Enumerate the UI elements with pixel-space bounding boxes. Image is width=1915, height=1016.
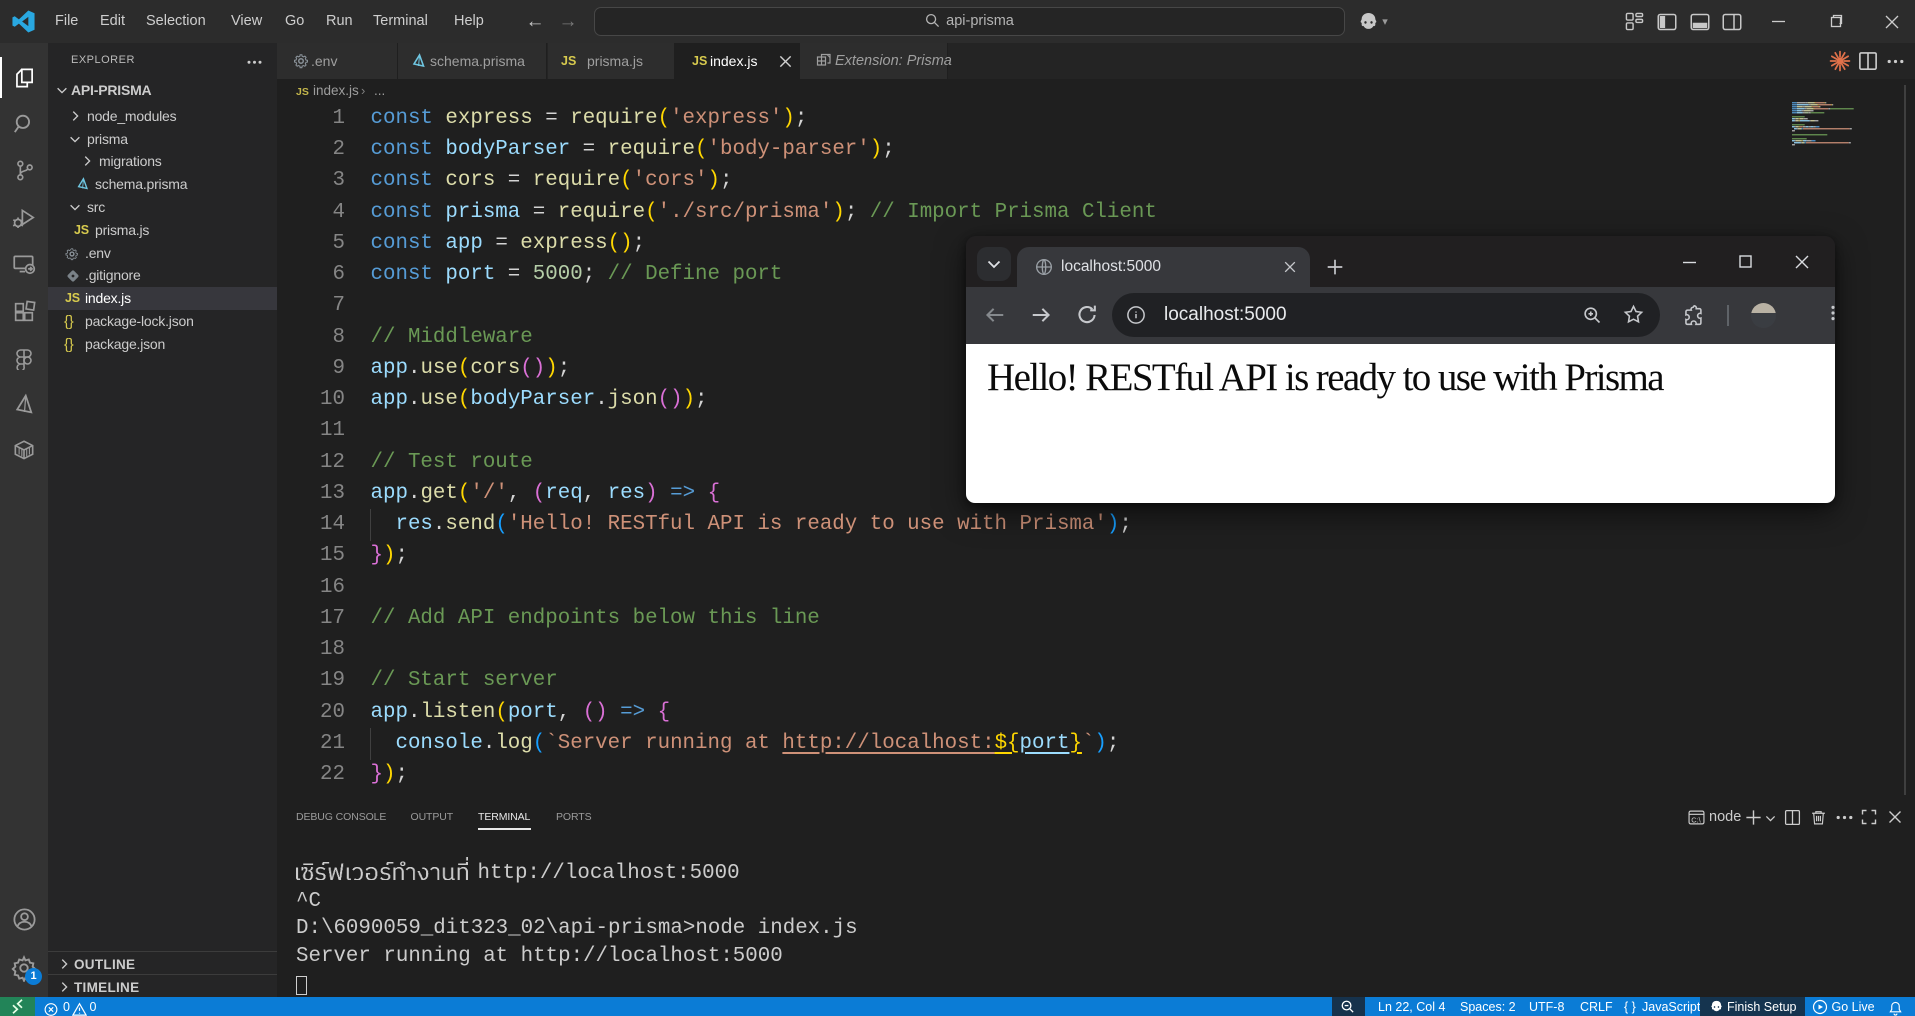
svg-text:C:\: C:\	[1691, 815, 1701, 824]
